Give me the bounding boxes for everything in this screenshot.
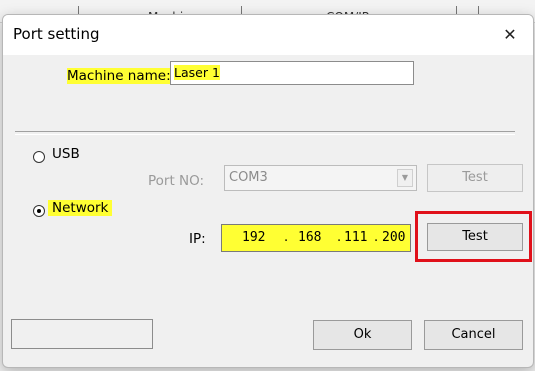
ip-label: IP: [189,231,206,247]
port-no-value: COM3 [229,170,268,185]
ok-button[interactable]: Ok [313,320,412,350]
status-box [11,319,153,349]
close-icon: ✕ [503,25,517,44]
close-button[interactable]: ✕ [495,21,525,49]
ip-octet-4[interactable]: 200 [382,225,405,251]
usb-test-button[interactable]: Test [427,164,523,192]
chevron-down-icon[interactable]: ▼ [397,169,413,187]
ip-octet-2[interactable]: 168 [298,225,321,251]
port-setting-dialog: Port setting ✕ Machine name: Laser 1 USB… [2,14,534,368]
ip-separator: . [374,230,379,245]
ip-address-input[interactable]: 192 . 168 . 111 . 200 [221,224,411,252]
radio-selected-dot [37,209,41,213]
ip-separator: . [284,230,289,245]
port-no-label: Port NO: [148,173,205,189]
port-no-select[interactable]: COM3 ▼ [224,165,417,191]
dialog-title: Port setting [13,25,100,43]
machine-name-input[interactable]: Laser 1 [170,61,414,85]
section-divider [15,131,515,135]
ip-octet-1[interactable]: 192 [242,225,265,251]
usb-label[interactable]: USB [52,146,80,162]
dialog-titlebar[interactable]: Port setting ✕ [3,15,533,55]
network-label[interactable]: Network [48,200,113,216]
network-test-button[interactable]: Test [427,223,523,251]
network-radio[interactable] [33,205,45,217]
cancel-button[interactable]: Cancel [424,320,523,350]
ip-octet-3[interactable]: 111 [344,225,367,251]
machine-name-label: Machine name: [67,68,171,84]
ip-separator: . [337,230,342,245]
usb-radio[interactable] [33,151,45,163]
machine-name-value: Laser 1 [174,65,220,80]
